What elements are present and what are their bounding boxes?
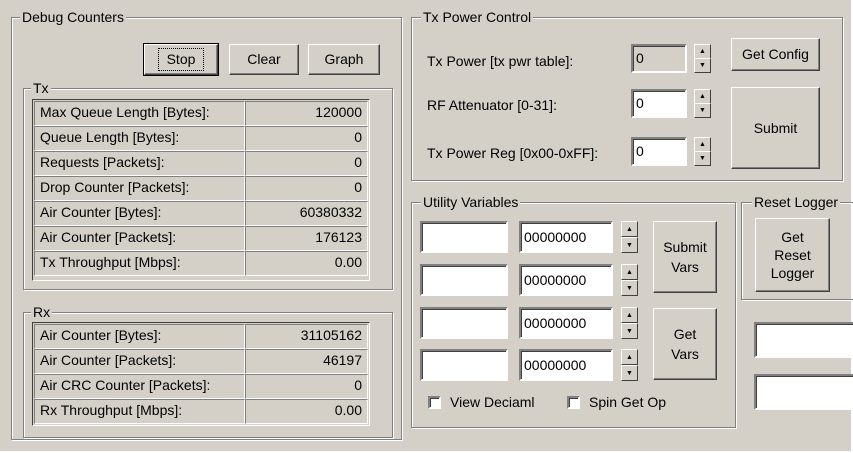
tx-power-reg-input[interactable]: 0 xyxy=(631,137,687,166)
reset-logger-title: Reset Logger xyxy=(752,194,841,210)
counter-value: 176123 xyxy=(245,226,368,251)
counter-value: 0 xyxy=(245,176,368,201)
tx-power-label: Tx Power [tx pwr table]: xyxy=(427,53,574,69)
tx-power-spinner[interactable]: ▲ ▼ xyxy=(694,44,711,73)
utility-var-spinner[interactable]: ▲ ▼ xyxy=(621,221,638,253)
spin-get-op-checkbox[interactable] xyxy=(567,396,580,409)
utility-var-name-input[interactable] xyxy=(420,349,508,381)
spin-up-arrow-icon[interactable]: ▲ xyxy=(694,89,711,104)
counter-value: 60380332 xyxy=(245,201,368,226)
counter-value: 0.00 xyxy=(245,251,368,276)
view-decimal-checkbox[interactable] xyxy=(428,396,441,409)
counter-label: Queue Length [Bytes]: xyxy=(34,126,245,151)
counter-label: Air Counter [Bytes]: xyxy=(34,324,245,349)
rx-counters-table: Air Counter [Bytes]: 31105162 Air Counter … xyxy=(32,322,370,426)
rf-attenuator-label: RF Attenuator [0-31]: xyxy=(427,97,557,113)
counter-label: Drop Counter [Packets]: xyxy=(34,176,245,201)
tx-counters-table: Max Queue Length [Bytes]: 120000 Queue Len… xyxy=(32,99,370,281)
counter-label: Max Queue Length [Bytes]: xyxy=(34,101,245,126)
counter-label: Air Counter [Packets]: xyxy=(34,349,245,374)
spin-up-arrow-icon[interactable]: ▲ xyxy=(621,221,638,237)
tx-group-title: Tx xyxy=(31,80,51,96)
utility-var-spinner[interactable]: ▲ ▼ xyxy=(621,349,638,381)
utility-var-value-input[interactable]: 00000000 xyxy=(519,221,613,253)
debug-panel-window: Debug Counters Stop Clear Graph Tx Max Q… xyxy=(0,0,853,453)
get-reset-logger-button[interactable]: Get Reset Logger xyxy=(755,218,830,292)
tx-power-reg-label: Tx Power Reg [0x00-0xFF]: xyxy=(427,145,599,161)
submit-vars-button-label: Submit Vars xyxy=(663,239,707,275)
clear-button-label: Clear xyxy=(247,51,281,67)
counter-value: 0.00 xyxy=(245,399,368,424)
stop-button[interactable]: Stop xyxy=(143,43,219,76)
debug-counters-title: Debug Counters xyxy=(20,9,126,25)
counter-label: Tx Throughput [Mbps]: xyxy=(34,251,245,276)
spin-up-arrow-icon[interactable]: ▲ xyxy=(621,349,638,365)
spin-down-arrow-icon[interactable]: ▼ xyxy=(621,323,638,339)
spin-get-op-label[interactable]: Spin Get Op xyxy=(589,393,666,411)
stop-button-label: Stop xyxy=(157,48,205,71)
get-config-button[interactable]: Get Config xyxy=(731,38,820,71)
counter-label: Air CRC Counter [Packets]: xyxy=(34,374,245,399)
clear-button[interactable]: Clear xyxy=(229,44,299,75)
submit-button[interactable]: Submit xyxy=(731,87,820,169)
counter-value: 31105162 xyxy=(245,324,368,349)
counter-label: Rx Throughput [Mbps]: xyxy=(34,399,245,424)
reset-logger-field-1[interactable] xyxy=(754,322,853,358)
utility-variables-title: Utility Variables xyxy=(421,194,521,210)
spin-down-arrow-icon[interactable]: ▼ xyxy=(694,58,711,73)
rf-attenuator-spinner[interactable]: ▲ ▼ xyxy=(694,89,711,118)
submit-button-label: Submit xyxy=(753,119,798,136)
reset-logger-field-2[interactable] xyxy=(754,374,853,410)
rx-group-title: Rx xyxy=(31,304,53,320)
spin-up-arrow-icon[interactable]: ▲ xyxy=(621,307,638,323)
tx-power-reg-spinner[interactable]: ▲ ▼ xyxy=(694,137,711,166)
spin-down-arrow-icon[interactable]: ▼ xyxy=(621,280,638,296)
tx-power-input[interactable]: 0 xyxy=(631,44,687,73)
spin-up-arrow-icon[interactable]: ▲ xyxy=(694,44,711,59)
utility-var-name-input[interactable] xyxy=(420,221,508,253)
utility-var-name-input[interactable] xyxy=(420,307,508,339)
counter-label: Requests [Packets]: xyxy=(34,151,245,176)
counter-label: Air Counter [Packets]: xyxy=(34,226,245,251)
counter-value: 0 xyxy=(245,151,368,176)
utility-var-value-input[interactable]: 00000000 xyxy=(519,349,613,381)
get-vars-button[interactable]: Get Vars xyxy=(653,308,717,380)
spin-up-arrow-icon[interactable]: ▲ xyxy=(694,137,711,152)
counter-value: 0 xyxy=(245,374,368,399)
get-config-button-label: Get Config xyxy=(742,46,809,62)
tx-power-control-title: Tx Power Control xyxy=(421,9,534,25)
view-decimal-label[interactable]: View Deciaml xyxy=(450,393,535,411)
utility-var-spinner[interactable]: ▲ ▼ xyxy=(621,264,638,296)
spin-down-arrow-icon[interactable]: ▼ xyxy=(621,237,638,253)
utility-var-value-input[interactable]: 00000000 xyxy=(519,264,613,296)
utility-var-name-input[interactable] xyxy=(420,264,508,296)
counter-value: 46197 xyxy=(245,349,368,374)
counter-value: 0 xyxy=(245,126,368,151)
get-vars-button-label: Get Vars xyxy=(671,326,699,362)
get-reset-logger-button-label: Get Reset Logger xyxy=(770,229,815,281)
counter-value: 120000 xyxy=(245,101,368,126)
graph-button-label: Graph xyxy=(324,51,364,67)
submit-vars-button[interactable]: Submit Vars xyxy=(653,221,717,293)
utility-var-spinner[interactable]: ▲ ▼ xyxy=(621,307,638,339)
rf-attenuator-input[interactable]: 0 xyxy=(631,89,687,118)
spin-down-arrow-icon[interactable]: ▼ xyxy=(621,365,638,381)
utility-var-value-input[interactable]: 00000000 xyxy=(519,307,613,339)
spin-up-arrow-icon[interactable]: ▲ xyxy=(621,264,638,280)
spin-down-arrow-icon[interactable]: ▼ xyxy=(694,151,711,166)
graph-button[interactable]: Graph xyxy=(308,44,380,75)
counter-label: Air Counter [Bytes]: xyxy=(34,201,245,226)
spin-down-arrow-icon[interactable]: ▼ xyxy=(694,103,711,118)
